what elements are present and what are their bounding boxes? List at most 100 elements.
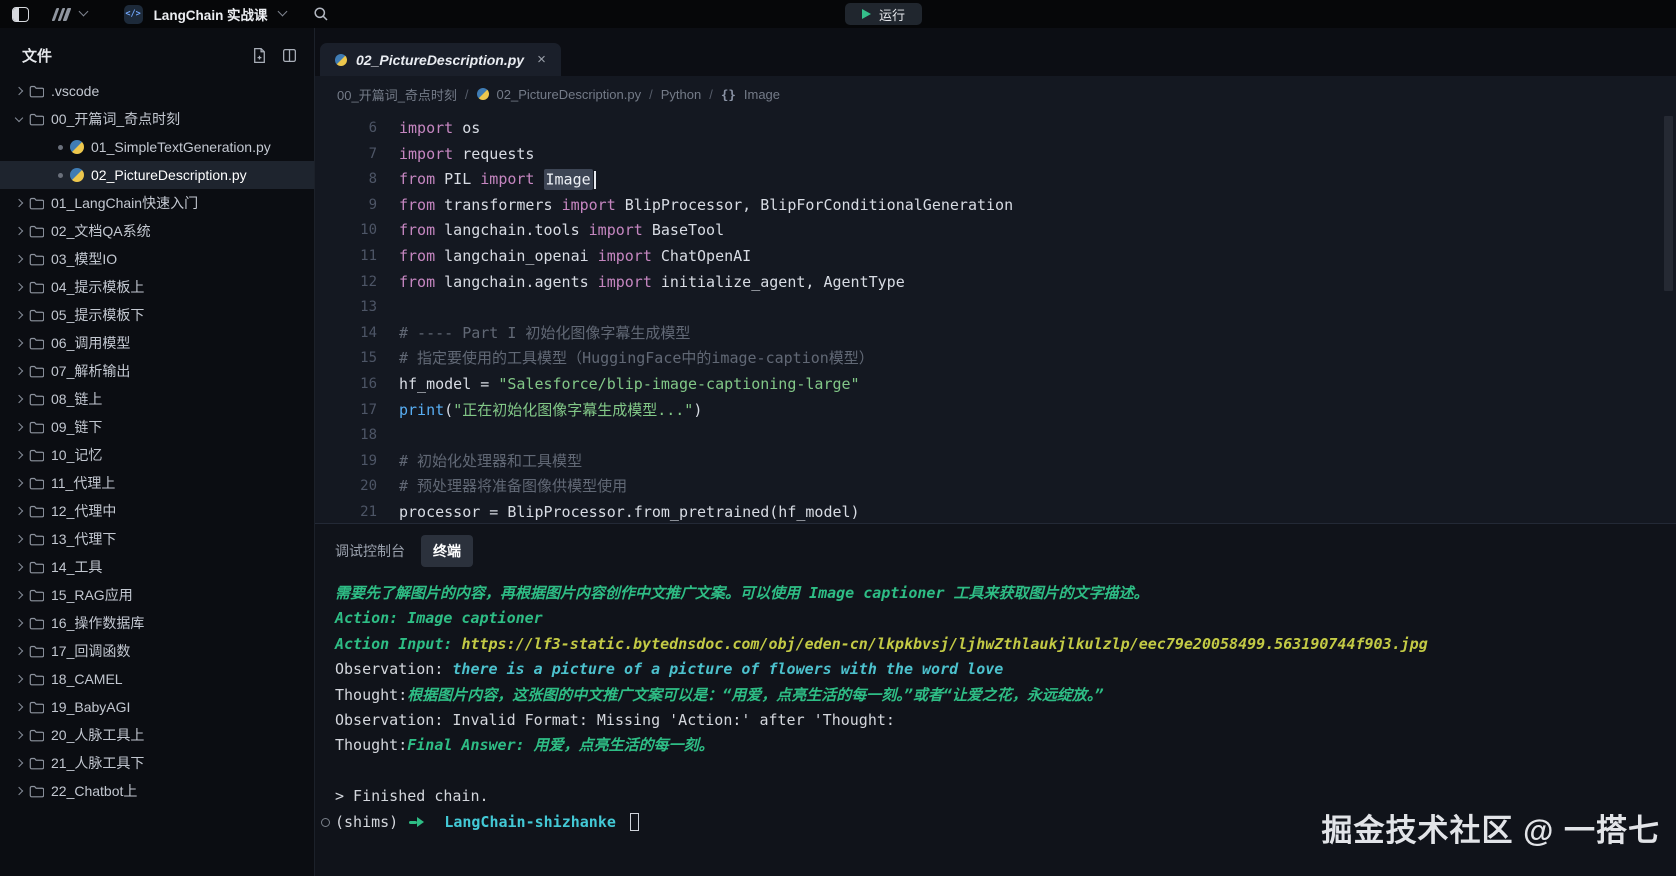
tree-folder[interactable]: 06_调用模型 xyxy=(0,329,314,357)
tree-item-label: 19_BabyAGI xyxy=(51,699,130,715)
line-number: 17 xyxy=(315,398,377,424)
collapse-folders-icon[interactable] xyxy=(281,47,298,64)
tree-item-label: 07_解析输出 xyxy=(51,361,130,381)
chevron-down-icon[interactable] xyxy=(277,7,287,17)
code-token: hf_model = xyxy=(399,375,498,393)
tree-item-label: 21_人脉工具下 xyxy=(51,753,144,773)
code-token: transformers xyxy=(435,196,561,214)
tree-file[interactable]: 01_SimpleTextGeneration.py xyxy=(0,133,314,161)
code-line: 20# 预处理器将准备图像供模型使用 xyxy=(315,474,1676,500)
folder-icon xyxy=(29,701,44,714)
code-line: 18 xyxy=(315,423,1676,449)
tab-terminal[interactable]: 终端 xyxy=(421,535,473,567)
tree-file[interactable]: 02_PictureDescription.py xyxy=(0,161,314,189)
tree-item-label: 16_操作数据库 xyxy=(51,613,144,633)
file-explorer: 文件 .vscode00_开篇词_奇点时刻01_SimpleTextGenera… xyxy=(0,28,315,876)
tree-folder[interactable]: 04_提示模板上 xyxy=(0,273,314,301)
terminal-text: Final Answer: 用爱，点亮生活的每一刻。 xyxy=(407,733,713,758)
chevron-icon xyxy=(15,339,23,347)
folder-icon xyxy=(29,729,44,742)
breadcrumb-separator: / xyxy=(465,87,469,102)
tree-item-label: 06_调用模型 xyxy=(51,333,130,353)
tree-folder[interactable]: 01_LangChain快速入门 xyxy=(0,189,314,217)
terminal-text: Action: Image captioner xyxy=(335,606,543,631)
folder-icon xyxy=(29,449,44,462)
code-token: import xyxy=(598,247,652,265)
tree-folder[interactable]: 08_链上 xyxy=(0,385,314,413)
tree-item-label: 08_链上 xyxy=(51,389,102,409)
breadcrumb-folder[interactable]: 00_开篇词_奇点时刻 xyxy=(337,85,457,104)
tree-folder[interactable]: 00_开篇词_奇点时刻 xyxy=(0,105,314,133)
app-logo-icon[interactable] xyxy=(52,8,71,21)
tab-debug-console[interactable]: 调试控制台 xyxy=(323,535,417,567)
run-button-label: 运行 xyxy=(879,5,905,24)
tree-folder[interactable]: 21_人脉工具下 xyxy=(0,749,314,777)
terminal-line: Observation: there is a picture of a pic… xyxy=(335,657,1676,682)
folder-icon xyxy=(29,421,44,434)
terminal-cursor xyxy=(630,813,639,831)
code-text: from langchain.tools import BaseTool xyxy=(377,218,724,244)
tree-item-label: 11_代理上 xyxy=(51,473,115,493)
folder-icon xyxy=(29,281,44,294)
line-number: 12 xyxy=(315,270,377,296)
code-token: "Salesforce/blip-image-captioning-large" xyxy=(498,375,859,393)
editor-tab[interactable]: 02_PictureDescription.py × xyxy=(320,43,561,76)
code-token: from xyxy=(399,170,435,188)
tree-item-label: 01_SimpleTextGeneration.py xyxy=(91,139,271,155)
line-number: 9 xyxy=(315,193,377,219)
tree-folder[interactable]: 02_文档QA系统 xyxy=(0,217,314,245)
tree-item-label: 20_人脉工具上 xyxy=(51,725,144,745)
folder-icon xyxy=(29,505,44,518)
code-token: ) xyxy=(693,401,702,419)
search-icon[interactable] xyxy=(313,6,329,22)
tree-folder[interactable]: 20_人脉工具上 xyxy=(0,721,314,749)
run-button[interactable]: 运行 xyxy=(845,3,922,25)
tree-folder[interactable]: 07_解析输出 xyxy=(0,357,314,385)
chevron-icon xyxy=(15,451,23,459)
tree-folder[interactable]: 15_RAG应用 xyxy=(0,581,314,609)
breadcrumb-symbol[interactable]: Image xyxy=(744,87,780,102)
sidebar-toggle-icon[interactable] xyxy=(12,7,29,22)
code-token: ( xyxy=(444,401,453,419)
tree-folder[interactable]: 17_回调函数 xyxy=(0,637,314,665)
scrollbar[interactable] xyxy=(1664,116,1673,291)
file-dot-icon xyxy=(58,173,63,178)
project-title[interactable]: LangChain 实战课 xyxy=(154,4,268,24)
chevron-icon xyxy=(15,395,23,403)
code-text: print("正在初始化图像字幕生成模型...") xyxy=(377,398,702,424)
tree-folder[interactable]: 09_链下 xyxy=(0,413,314,441)
breadcrumb-language[interactable]: Python xyxy=(661,87,701,102)
breadcrumb-separator: / xyxy=(709,87,713,102)
tree-folder[interactable]: 19_BabyAGI xyxy=(0,693,314,721)
close-icon[interactable]: × xyxy=(537,52,546,67)
terminal-line: (shims) LangChain-shizhanke xyxy=(335,810,1676,835)
breadcrumb-file[interactable]: 02_PictureDescription.py xyxy=(497,87,642,102)
chevron-down-icon[interactable] xyxy=(78,7,88,17)
terminal-text: (shims) xyxy=(335,810,407,835)
tree-folder[interactable]: 10_记忆 xyxy=(0,441,314,469)
code-line: 13 xyxy=(315,295,1676,321)
tree-folder[interactable]: 11_代理上 xyxy=(0,469,314,497)
tree-item-label: 14_工具 xyxy=(51,557,102,577)
tree-folder[interactable]: 18_CAMEL xyxy=(0,665,314,693)
code-token: initialize_agent, AgentType xyxy=(652,273,905,291)
code-editor[interactable]: 6import os7import requests8from PIL impo… xyxy=(315,112,1676,523)
terminal-text xyxy=(616,810,625,835)
tree-folder[interactable]: 16_操作数据库 xyxy=(0,609,314,637)
tree-folder[interactable]: 22_Chatbot上 xyxy=(0,777,314,805)
tree-folder[interactable]: 03_模型IO xyxy=(0,245,314,273)
folder-icon xyxy=(29,393,44,406)
tree-folder[interactable]: 05_提示模板下 xyxy=(0,301,314,329)
tree-folder[interactable]: .vscode xyxy=(0,77,314,105)
terminal-output[interactable]: 需要先了解图片的内容，再根据图片内容创作中文推广文案。可以使用 Image ca… xyxy=(315,568,1676,876)
tree-folder[interactable]: 13_代理下 xyxy=(0,525,314,553)
text-cursor xyxy=(594,171,596,189)
new-file-icon[interactable] xyxy=(251,47,268,64)
code-text: hf_model = "Salesforce/blip-image-captio… xyxy=(377,372,860,398)
tree-folder[interactable]: 12_代理中 xyxy=(0,497,314,525)
file-dot-icon xyxy=(58,145,63,150)
code-text: from transformers import BlipProcessor, … xyxy=(377,193,1013,219)
code-token xyxy=(534,170,543,188)
tree-folder[interactable]: 14_工具 xyxy=(0,553,314,581)
code-line: 15# 指定要使用的工具模型（HuggingFace中的image-captio… xyxy=(315,346,1676,372)
